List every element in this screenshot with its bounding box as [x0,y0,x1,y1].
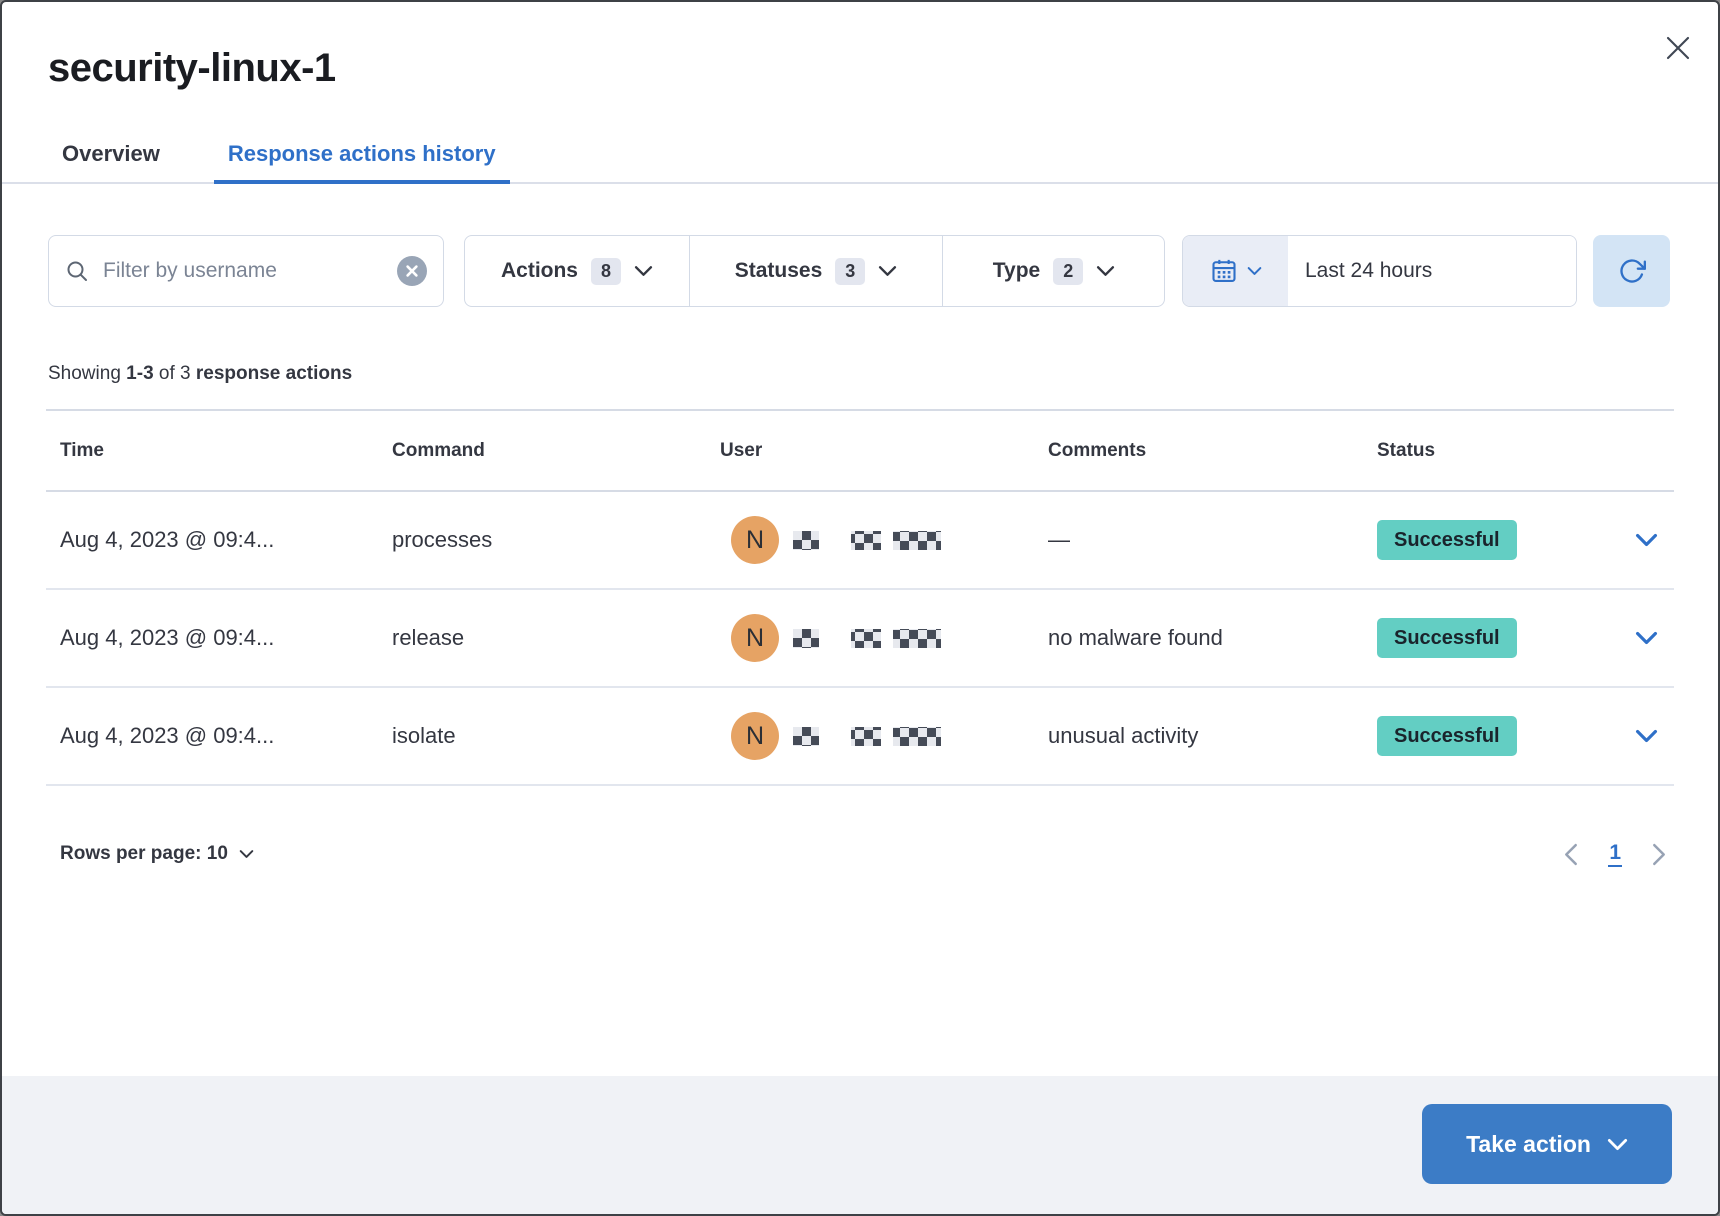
chevron-down-icon [239,849,254,859]
status-badge: Successful [1377,716,1517,756]
redacted-username [851,727,881,746]
close-icon[interactable] [1656,26,1700,70]
redacted-username [793,727,819,746]
chevron-down-icon [1096,265,1115,277]
avatar: N [731,712,779,760]
row-comments: no malware found [1034,625,1363,651]
take-action-label: Take action [1466,1131,1591,1158]
redacted-username [893,727,941,746]
table-row[interactable]: Aug 4, 2023 @ 09:4... processes N — Succ… [46,492,1674,590]
take-action-button[interactable]: Take action [1422,1104,1672,1184]
row-user: N [706,614,1034,662]
date-range-value[interactable]: Last 24 hours [1288,236,1576,306]
statuses-filter-button[interactable]: Statuses 3 [689,236,942,306]
chevron-down-icon [634,265,653,277]
endpoint-details-flyout: security-linux-1 Overview Response actio… [0,0,1720,1216]
clear-icon[interactable] [397,256,427,286]
col-user: User [706,440,1034,462]
col-comments: Comments [1034,440,1363,462]
chevron-down-icon [1607,1138,1628,1151]
filter-label: Type [993,259,1040,283]
username-filter-field [48,235,444,307]
filter-count-badge: 2 [1053,258,1083,285]
chevron-right-icon[interactable] [1652,843,1666,866]
tab-response-actions-history[interactable]: Response actions history [214,126,510,182]
filter-toolbar: Actions 8 Statuses 3 Type 2 [48,235,1670,307]
flyout-footer: Take action [2,1076,1718,1214]
actions-filter-button[interactable]: Actions 8 [465,236,689,306]
table-row[interactable]: Aug 4, 2023 @ 09:4... isolate N unusual … [46,688,1674,786]
expand-row-chevron-down-icon[interactable] [1635,533,1658,547]
col-command: Command [378,440,706,462]
chevron-down-icon [878,265,897,277]
status-badge: Successful [1377,618,1517,658]
avatar: N [731,516,779,564]
row-time: Aug 4, 2023 @ 09:4... [46,625,378,651]
row-user: N [706,712,1034,760]
tab-overview[interactable]: Overview [48,126,174,182]
col-status: Status [1363,440,1618,462]
row-command: isolate [378,723,706,749]
row-comments: — [1034,527,1363,553]
redacted-username [851,629,881,648]
redacted-username [793,531,819,550]
col-time: Time [46,440,378,462]
search-icon [65,259,89,283]
redacted-username [893,531,941,550]
chevron-down-icon [1247,266,1262,276]
row-user: N [706,516,1034,564]
refresh-button[interactable] [1593,235,1670,307]
row-command: release [378,625,706,651]
pagination: 1 [1564,836,1666,872]
date-range-picker: Last 24 hours [1182,235,1577,307]
row-comments: unusual activity [1034,723,1363,749]
rows-per-page-label: Rows per page: 10 [60,843,228,865]
search-input[interactable] [103,259,397,283]
type-filter-button[interactable]: Type 2 [942,236,1165,306]
refresh-icon [1618,257,1646,285]
quick-select-date-button[interactable] [1183,236,1288,306]
avatar: N [731,614,779,662]
results-summary: Showing 1-3 of 3 response actions [48,363,352,385]
row-time: Aug 4, 2023 @ 09:4... [46,723,378,749]
filter-count-badge: 8 [591,258,621,285]
filter-group: Actions 8 Statuses 3 Type 2 [464,235,1165,307]
row-time: Aug 4, 2023 @ 09:4... [46,527,378,553]
chevron-left-icon[interactable] [1564,843,1578,866]
table-header-row: Time Command User Comments Status [46,409,1674,492]
expand-row-chevron-down-icon[interactable] [1635,631,1658,645]
response-actions-table: Time Command User Comments Status Aug 4,… [46,409,1674,786]
filter-label: Actions [501,259,578,283]
status-badge: Successful [1377,520,1517,560]
redacted-username [851,531,881,550]
page-number-1[interactable]: 1 [1608,841,1622,867]
page-title: security-linux-1 [48,46,336,91]
row-command: processes [378,527,706,553]
redacted-username [793,629,819,648]
redacted-username [893,629,941,648]
tab-bar: Overview Response actions history [2,126,1718,184]
filter-label: Statuses [735,259,823,283]
table-row[interactable]: Aug 4, 2023 @ 09:4... release N no malwa… [46,590,1674,688]
filter-count-badge: 3 [835,258,865,285]
rows-per-page-button[interactable]: Rows per page: 10 [60,838,254,870]
calendar-icon [1210,257,1238,285]
expand-row-chevron-down-icon[interactable] [1635,729,1658,743]
